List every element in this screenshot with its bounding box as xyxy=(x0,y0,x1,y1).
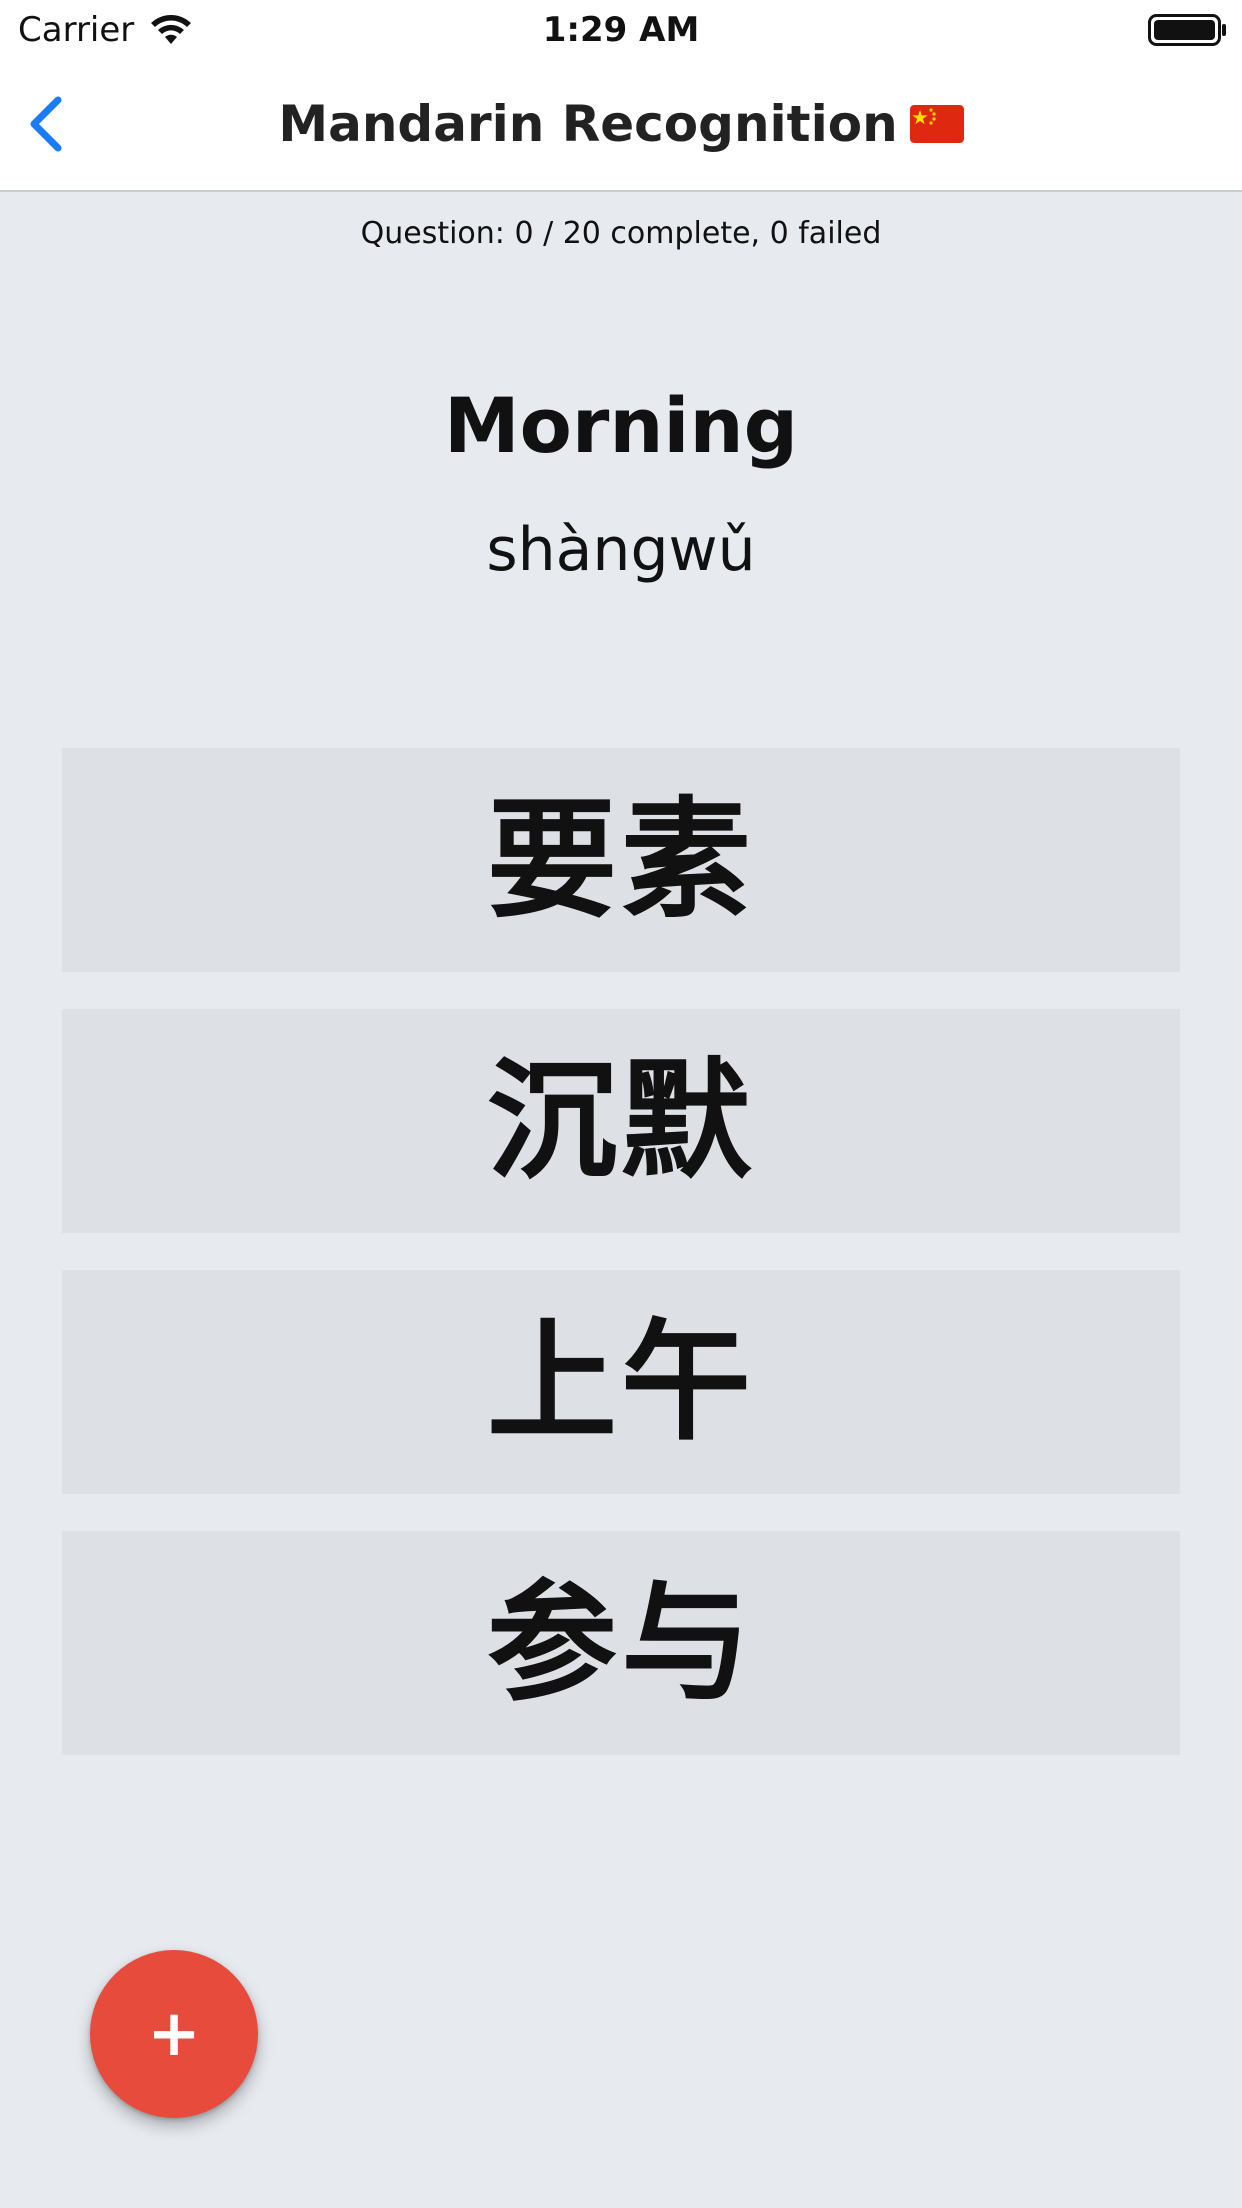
answer-option-label: 要素 xyxy=(486,784,755,936)
prompt-pinyin: shàngwǔ xyxy=(486,515,756,585)
status-time: 1:29 AM xyxy=(542,10,700,50)
add-button[interactable]: + xyxy=(90,1950,258,2118)
china-flag-icon xyxy=(909,104,964,143)
answer-option-1[interactable]: 要素 xyxy=(62,748,1180,972)
answer-option-label: 上午 xyxy=(486,1306,755,1458)
navigation-bar: Mandarin Recognition xyxy=(0,60,1242,192)
plus-icon: + xyxy=(147,1997,201,2071)
answer-option-2[interactable]: 沉默 xyxy=(62,1009,1180,1233)
page-title: Mandarin Recognition xyxy=(0,92,1242,156)
answer-option-label: 沉默 xyxy=(486,1045,755,1197)
battery-full-icon xyxy=(1148,14,1226,46)
prompt-word: Morning xyxy=(444,381,798,470)
answer-option-label: 参与 xyxy=(486,1567,755,1719)
page-title-text: Mandarin Recognition xyxy=(278,95,898,153)
answer-option-4[interactable]: 参与 xyxy=(62,1531,1180,1755)
status-bar: Carrier 1:29 AM xyxy=(0,0,1242,60)
quiz-progress: Question: 0 / 20 complete, 0 failed xyxy=(360,216,882,251)
answer-option-3[interactable]: 上午 xyxy=(62,1270,1180,1494)
